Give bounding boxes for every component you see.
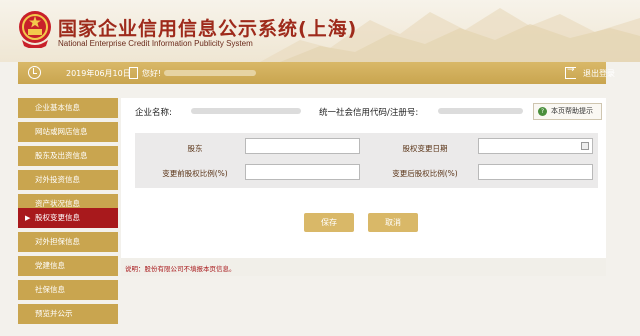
site-subtitle: National Enterprise Credit Information P… <box>58 39 253 48</box>
masked-company-name <box>191 108 301 114</box>
before-ratio-input[interactable] <box>245 164 360 180</box>
sidebar-item-label: 社保信息 <box>35 285 65 294</box>
sidebar-item-label: 股东及出资信息 <box>35 151 88 160</box>
sidebar-item-guarantee-info[interactable]: 对外担保信息 <box>18 232 118 252</box>
sidebar-nav: 企业基本信息 网站或网店信息 股东及出资信息 对外投资信息 资产状况信息 ▶ 股… <box>18 98 118 336</box>
sidebar-item-equity-change[interactable]: ▶ 股权变更信息 <box>18 208 118 228</box>
cancel-button[interactable]: 取消 <box>368 213 418 232</box>
save-button[interactable]: 保存 <box>304 213 354 232</box>
sidebar-item-investment-info[interactable]: 对外投资信息 <box>18 170 118 190</box>
masked-credit-code <box>438 108 523 114</box>
user-icon <box>129 67 138 79</box>
change-date-input[interactable] <box>478 138 593 154</box>
credit-code-label: 统一社会信用代码/注册号: <box>319 108 419 118</box>
current-date: 2019年06月10日 <box>66 69 131 78</box>
help-icon: ? <box>538 107 547 116</box>
sidebar-item-preview-publish[interactable]: 预览并公示 <box>18 304 118 324</box>
sidebar-item-label: 预览并公示 <box>35 309 73 318</box>
sidebar-item-label: 对外投资信息 <box>35 175 80 184</box>
note-text: 说明：股份有限公司不填报本页信息。 <box>125 265 236 273</box>
sidebar-item-label: 企业基本信息 <box>35 103 80 112</box>
sidebar-item-label: 对外担保信息 <box>35 237 80 246</box>
note-bar: 说明：股份有限公司不填报本页信息。 <box>121 258 606 276</box>
national-emblem-icon <box>19 11 51 48</box>
clock-icon <box>28 66 41 79</box>
sidebar-item-shareholder-info[interactable]: 股东及出资信息 <box>18 146 118 166</box>
panel-footer-area <box>121 276 606 336</box>
sidebar-item-party-info[interactable]: 党建信息 <box>18 256 118 276</box>
help-button-label: 本页帮助提示 <box>551 107 593 115</box>
site-header: 国家企业信用信息公示系统(上海) National Enterprise Cre… <box>0 0 640 62</box>
after-ratio-input[interactable] <box>478 164 593 180</box>
sidebar-item-label: 资产状况信息 <box>35 199 80 208</box>
sidebar-item-basic-info[interactable]: 企业基本信息 <box>18 98 118 118</box>
equity-change-panel: 企业名称: 统一社会信用代码/注册号: ? 本页帮助提示 股东 股权变更日期 变… <box>121 98 606 336</box>
greeting: 您好! <box>142 69 162 78</box>
equity-change-form: 股东 股权变更日期 变更前股权比例(%) 变更后股权比例(%) <box>135 133 598 188</box>
before-ratio-label: 变更前股权比例(%) <box>162 169 228 178</box>
sidebar-item-label: 网站或网店信息 <box>35 127 88 136</box>
company-name-label: 企业名称: <box>135 108 172 118</box>
masked-username <box>164 70 256 76</box>
shareholder-input[interactable] <box>245 138 360 154</box>
shareholder-label: 股东 <box>187 144 203 153</box>
calendar-icon[interactable] <box>581 142 589 150</box>
help-button[interactable]: ? 本页帮助提示 <box>533 103 602 120</box>
sidebar-item-label: 股权变更信息 <box>35 213 80 222</box>
active-arrow-icon: ▶ <box>25 214 31 222</box>
info-bar: 2019年06月10日 您好! 退出登录 <box>18 62 615 84</box>
sidebar-item-social-security[interactable]: 社保信息 <box>18 280 118 300</box>
logout-link[interactable]: 退出登录 <box>583 68 615 79</box>
sidebar-item-website-info[interactable]: 网站或网店信息 <box>18 122 118 142</box>
site-title: 国家企业信用信息公示系统(上海) <box>58 18 358 40</box>
after-ratio-label: 变更后股权比例(%) <box>392 169 458 178</box>
logout-icon[interactable] <box>565 65 576 79</box>
change-date-label: 股权变更日期 <box>402 144 448 153</box>
sidebar-item-label: 党建信息 <box>35 261 65 270</box>
